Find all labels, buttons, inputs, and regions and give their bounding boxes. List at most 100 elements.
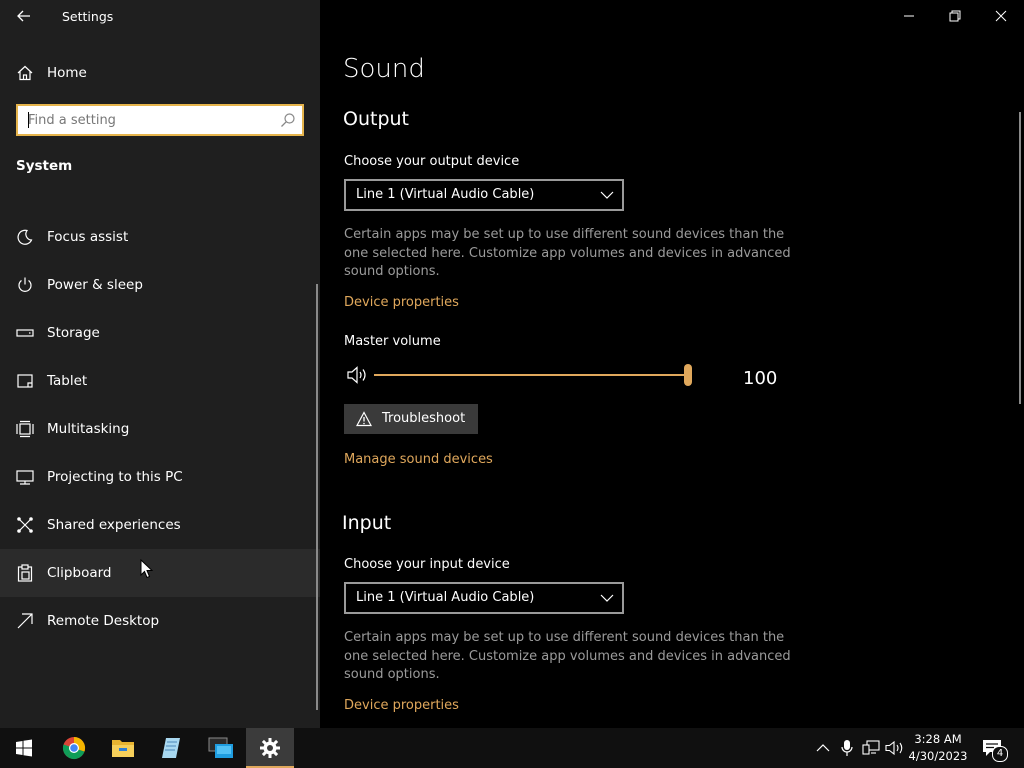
sidebar-item-label: Remote Desktop <box>47 613 160 629</box>
search-box[interactable] <box>16 104 304 136</box>
taskbar-remote-desktop[interactable] <box>197 728 245 768</box>
network-tray-button[interactable] <box>861 738 881 758</box>
clock-date: 4/30/2023 <box>908 749 968 763</box>
output-note: Certain apps may be set up to use differ… <box>344 227 791 279</box>
sidebar-item-label: Shared experiences <box>47 517 181 533</box>
output-device-value: Line 1 (Virtual Audio Cable) <box>356 187 535 202</box>
troubleshoot-button[interactable]: Troubleshoot <box>344 404 478 434</box>
tablet-icon <box>16 372 34 390</box>
master-volume-label: Master volume <box>344 334 441 349</box>
microphone-icon <box>841 740 853 756</box>
action-center-button[interactable]: 4 <box>982 738 1008 762</box>
settings-gear-icon <box>260 738 280 758</box>
master-volume-value: 100 <box>743 368 778 389</box>
close-button[interactable] <box>978 0 1024 32</box>
moon-icon <box>16 228 34 246</box>
taskbar-settings[interactable] <box>246 728 294 768</box>
chrome-icon <box>62 736 86 760</box>
mute-button[interactable] <box>346 365 370 385</box>
sidebar-item-label: Clipboard <box>47 565 112 581</box>
network-icon <box>862 740 880 755</box>
clock-time: 3:28 AM <box>914 732 962 746</box>
sidebar-item-shared-experiences[interactable]: Shared experiences <box>0 501 320 549</box>
notification-count-badge: 4 <box>992 746 1008 762</box>
troubleshoot-label: Troubleshoot <box>382 411 466 426</box>
minimize-icon <box>904 15 914 17</box>
close-icon <box>995 10 1007 22</box>
microphone-tray-button[interactable] <box>837 738 857 758</box>
input-device-label: Choose your input device <box>344 557 510 572</box>
sidebar-item-home[interactable]: Home <box>0 49 320 97</box>
window-title: Settings <box>62 9 114 24</box>
sidebar-item-label: Tablet <box>47 373 88 389</box>
start-icon <box>16 739 32 757</box>
home-icon <box>16 64 34 82</box>
settings-sidebar: Settings Home System Focus assist Power … <box>0 0 320 728</box>
restore-button[interactable] <box>932 0 978 32</box>
sidebar-item-label: Multitasking <box>47 421 130 437</box>
sidebar-item-clipboard[interactable]: Clipboard <box>0 549 320 597</box>
sidebar-item-remote-desktop[interactable]: Remote Desktop <box>0 597 320 645</box>
output-device-label: Choose your output device <box>344 154 520 169</box>
manage-sound-devices-link[interactable]: Manage sound devices <box>344 452 493 467</box>
sidebar-item-label: Projecting to this PC <box>47 469 183 485</box>
sidebar-item-projecting[interactable]: Projecting to this PC <box>0 453 320 501</box>
chevron-up-icon <box>816 744 830 752</box>
chevron-down-icon <box>600 191 614 199</box>
clipboard-icon <box>16 564 34 582</box>
input-device-properties-link[interactable]: Device properties <box>344 698 459 713</box>
sound-settings-page <box>320 0 1024 728</box>
speaker-icon <box>347 366 366 384</box>
projecting-icon <box>16 468 34 486</box>
back-arrow-icon <box>17 10 30 22</box>
taskbar-clock[interactable]: 3:28 AM 4/30/2023 <box>908 731 968 765</box>
sidebar-item-power-sleep[interactable]: Power & sleep <box>0 261 320 309</box>
taskbar-file-explorer[interactable] <box>99 728 147 768</box>
sidebar-item-storage[interactable]: Storage <box>0 309 320 357</box>
page-title: Sound <box>343 54 425 84</box>
master-volume-slider-thumb[interactable] <box>684 364 692 386</box>
master-volume-slider-track[interactable] <box>374 374 688 376</box>
sidebar-scrollbar[interactable] <box>316 284 318 710</box>
output-device-dropdown[interactable]: Line 1 (Virtual Audio Cable) <box>344 179 624 211</box>
back-button[interactable] <box>10 4 38 28</box>
show-hidden-icons-button[interactable] <box>813 738 833 758</box>
input-device-value: Line 1 (Virtual Audio Cable) <box>356 590 535 605</box>
shared-experiences-icon <box>16 516 34 534</box>
input-heading: Input <box>342 512 392 534</box>
start-button[interactable] <box>0 728 48 768</box>
multitasking-icon <box>16 420 34 438</box>
taskbar-chrome[interactable] <box>50 728 98 768</box>
minimize-button[interactable] <box>886 0 932 32</box>
input-note: Certain apps may be set up to use differ… <box>344 630 791 682</box>
section-title: System <box>16 158 73 174</box>
search-input[interactable] <box>18 106 278 134</box>
input-device-dropdown[interactable]: Line 1 (Virtual Audio Cable) <box>344 582 624 614</box>
storage-icon <box>16 324 34 342</box>
notepad-icon <box>162 738 180 758</box>
warning-icon <box>356 411 372 427</box>
sidebar-item-tablet[interactable]: Tablet <box>0 357 320 405</box>
search-icon[interactable] <box>280 112 296 128</box>
sidebar-item-label: Focus assist <box>47 229 129 245</box>
sidebar-item-label: Power & sleep <box>47 277 143 293</box>
remote-desktop-icon <box>16 612 34 630</box>
remote-desktop-app-icon <box>208 737 233 758</box>
sidebar-item-label: Home <box>47 65 87 81</box>
file-explorer-icon <box>112 740 134 757</box>
taskbar: 3:28 AM 4/30/2023 4 <box>0 728 1024 768</box>
taskbar-notepad[interactable] <box>148 728 196 768</box>
text-caret <box>28 112 29 128</box>
sidebar-item-label: Storage <box>47 325 100 341</box>
mouse-cursor-icon <box>140 559 154 579</box>
chevron-down-icon <box>600 594 614 602</box>
sidebar-item-multitasking[interactable]: Multitasking <box>0 405 320 453</box>
volume-icon <box>885 740 903 756</box>
output-heading: Output <box>343 108 409 130</box>
main-scrollbar[interactable] <box>1019 112 1021 404</box>
sidebar-item-focus-assist[interactable]: Focus assist <box>0 213 320 261</box>
volume-tray-button[interactable] <box>885 738 905 758</box>
output-device-properties-link[interactable]: Device properties <box>344 295 459 310</box>
restore-icon <box>949 10 961 22</box>
power-icon <box>16 276 34 294</box>
